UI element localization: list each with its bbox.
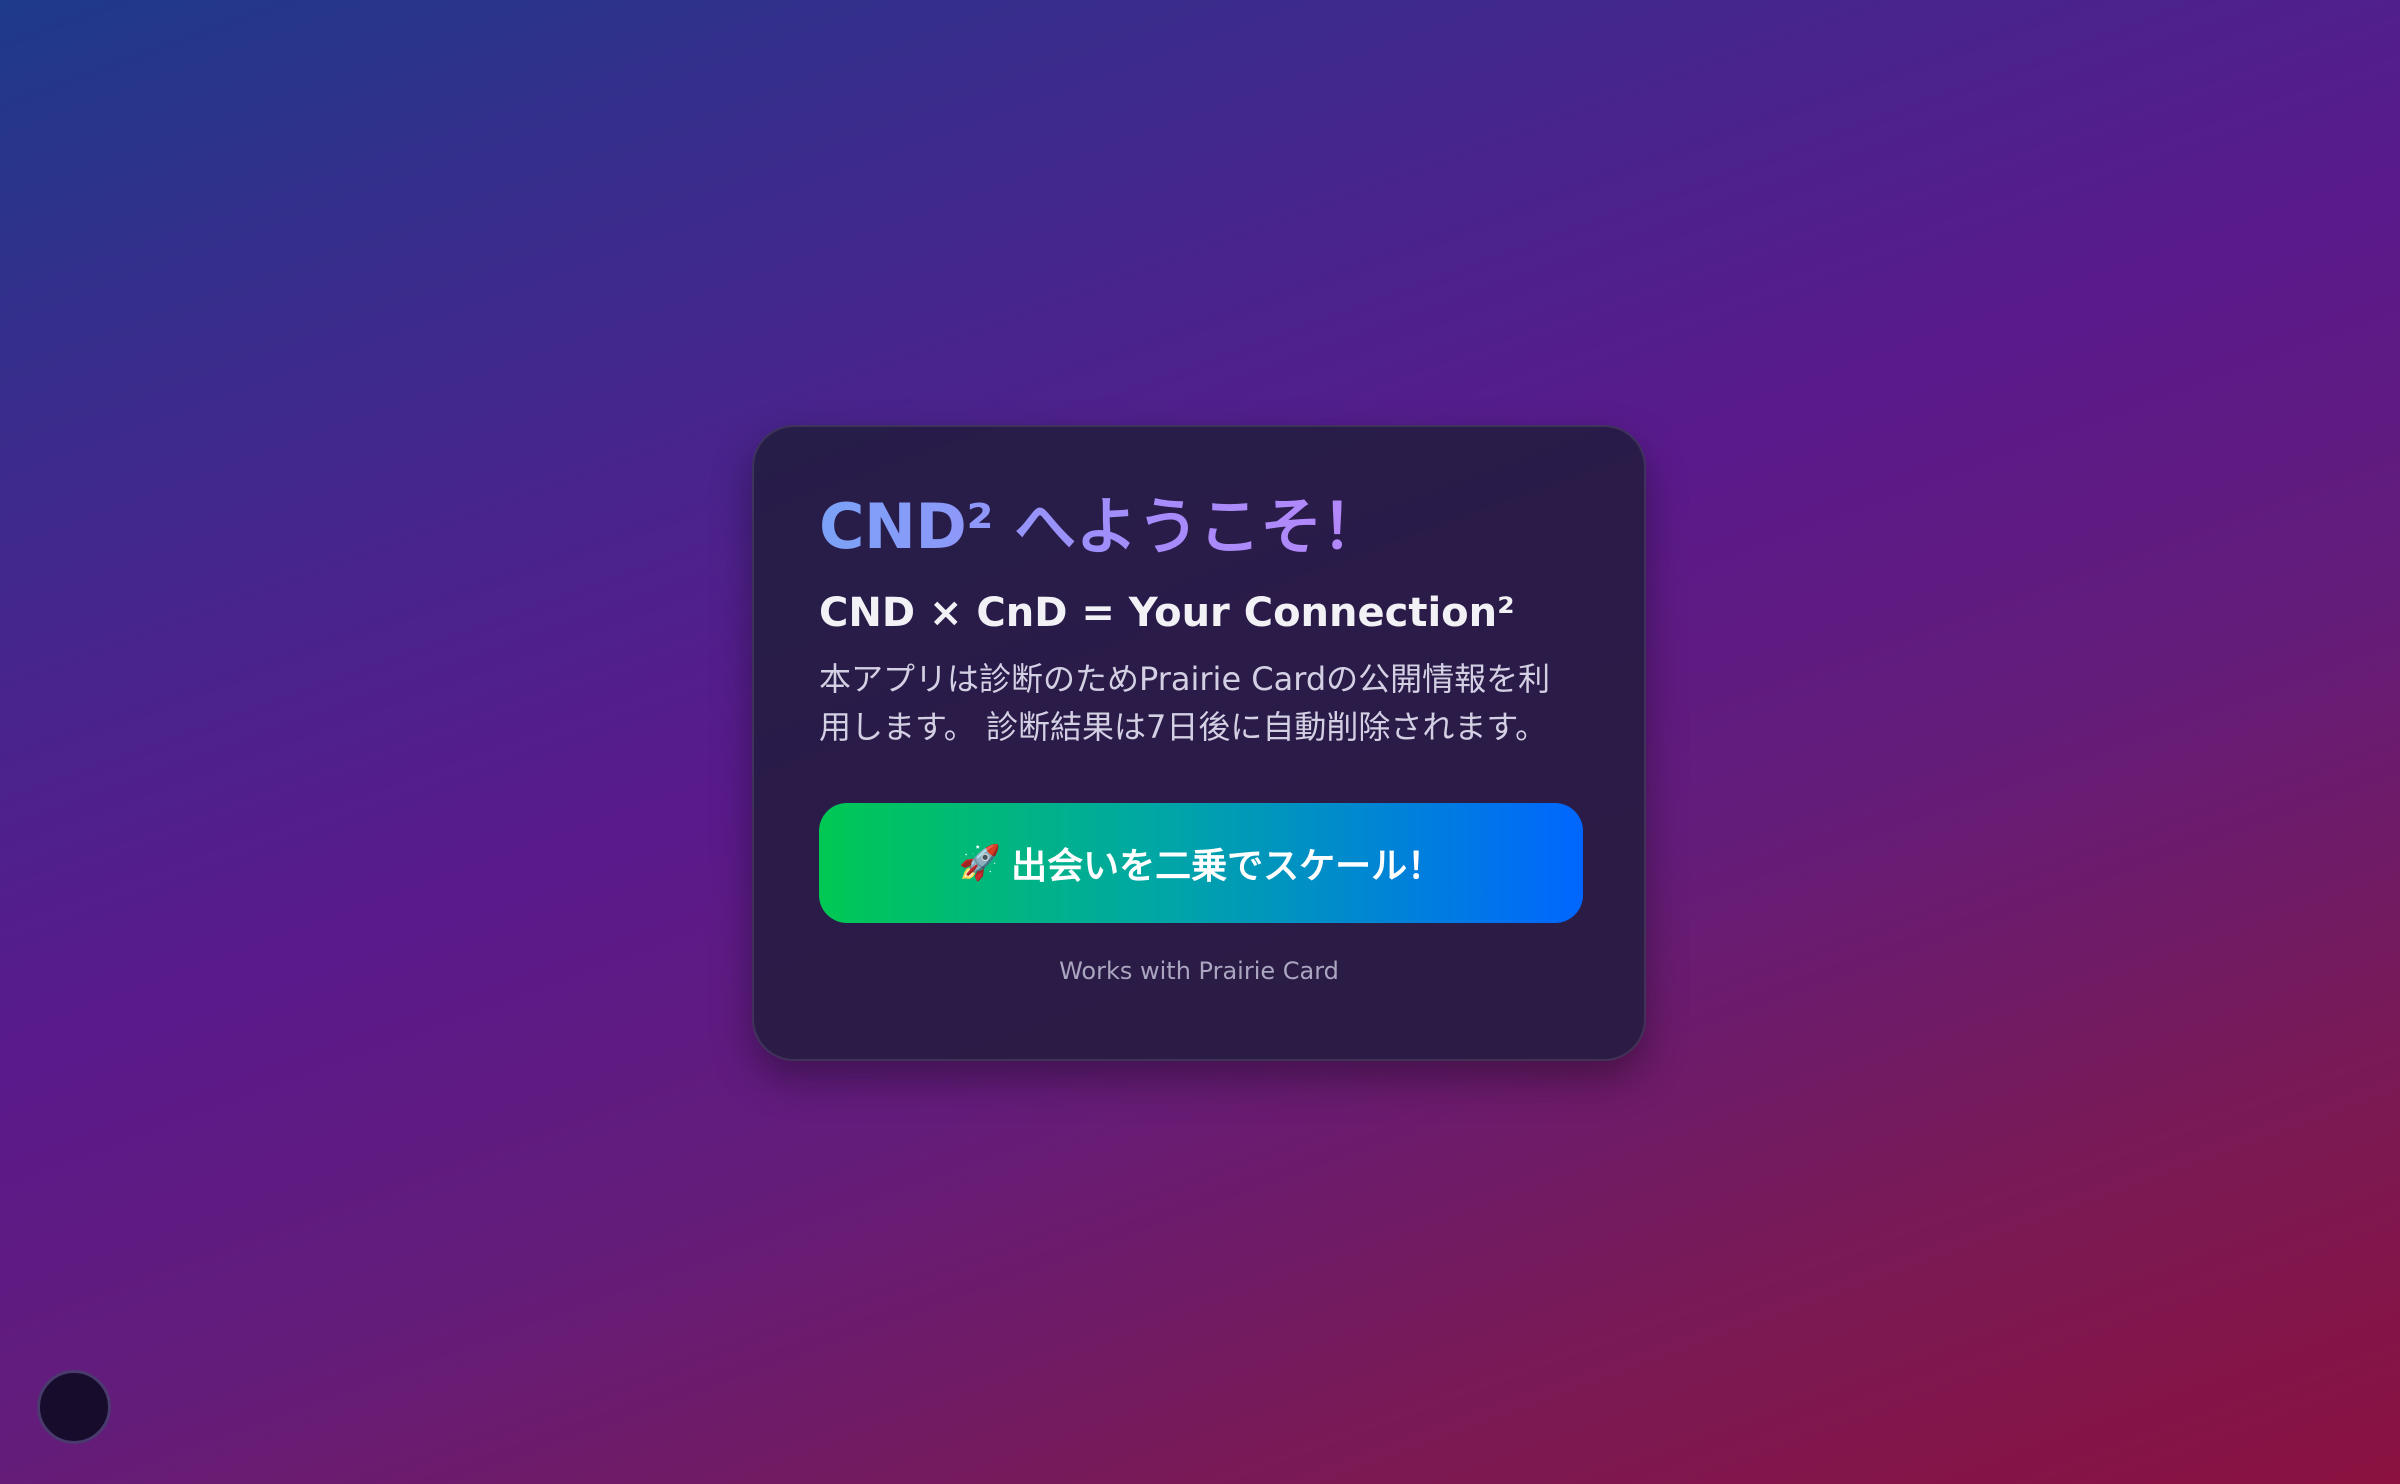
tagline: CND × CnD = Your Connection² xyxy=(819,590,1515,636)
start-button-label: 出会いを二乗でスケール！ xyxy=(1011,846,1444,887)
privacy-notice: 本アプリは診断のためPrairie Cardの公開情報を利用します。 診断結果は… xyxy=(819,660,1551,746)
start-button[interactable]: 🚀 出会いを二乗でスケール！ xyxy=(819,803,1583,923)
welcome-title: CND² へようこそ！ xyxy=(819,489,1579,565)
floating-menu-button[interactable] xyxy=(37,1370,111,1444)
welcome-card: CND² へようこそ！ CND × CnD = Your Connection²… xyxy=(752,425,1646,1061)
rocket-icon: 🚀 xyxy=(958,843,1002,883)
prairie-card-note: Works with Prairie Card xyxy=(1059,957,1339,985)
